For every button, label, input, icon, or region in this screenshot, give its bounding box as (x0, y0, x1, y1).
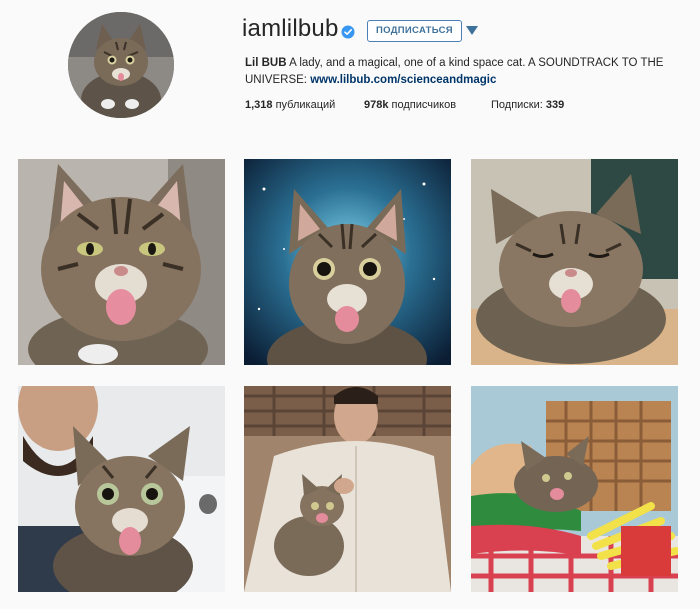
followers-count[interactable]: 978k подписчиков (364, 99, 456, 111)
profile-bio: Lil BUB A lady, and a magical, one of a … (245, 55, 675, 89)
triangle-down-icon[interactable] (466, 26, 478, 36)
followers-count-value: 978k (364, 99, 389, 111)
posts-count-label: публикаций (272, 99, 336, 111)
followers-count-label: подписчиков (388, 99, 457, 111)
post-thumbnail[interactable] (18, 386, 225, 592)
post-thumbnail[interactable] (244, 159, 451, 365)
profile-username: iamlilbub (242, 15, 339, 42)
bio-name: Lil BUB (245, 57, 287, 69)
follow-button[interactable]: ПОДПИСАТЬСЯ (367, 20, 462, 42)
following-count-value: 339 (545, 99, 565, 111)
profile-avatar (68, 12, 174, 118)
post-thumbnail[interactable] (471, 159, 678, 365)
posts-count-value: 1,318 (245, 99, 273, 111)
following-count[interactable]: Подписки: 339 (491, 99, 564, 111)
verified-badge-icon (341, 25, 355, 39)
posts-count: 1,318 публикаций (245, 99, 335, 111)
bio-link[interactable]: www.lilbub.com/scienceandmagic (310, 74, 496, 86)
post-thumbnail[interactable] (471, 386, 678, 592)
post-thumbnail[interactable] (244, 386, 451, 592)
post-thumbnail[interactable] (18, 159, 225, 365)
following-count-label: Подписки: (491, 99, 546, 111)
